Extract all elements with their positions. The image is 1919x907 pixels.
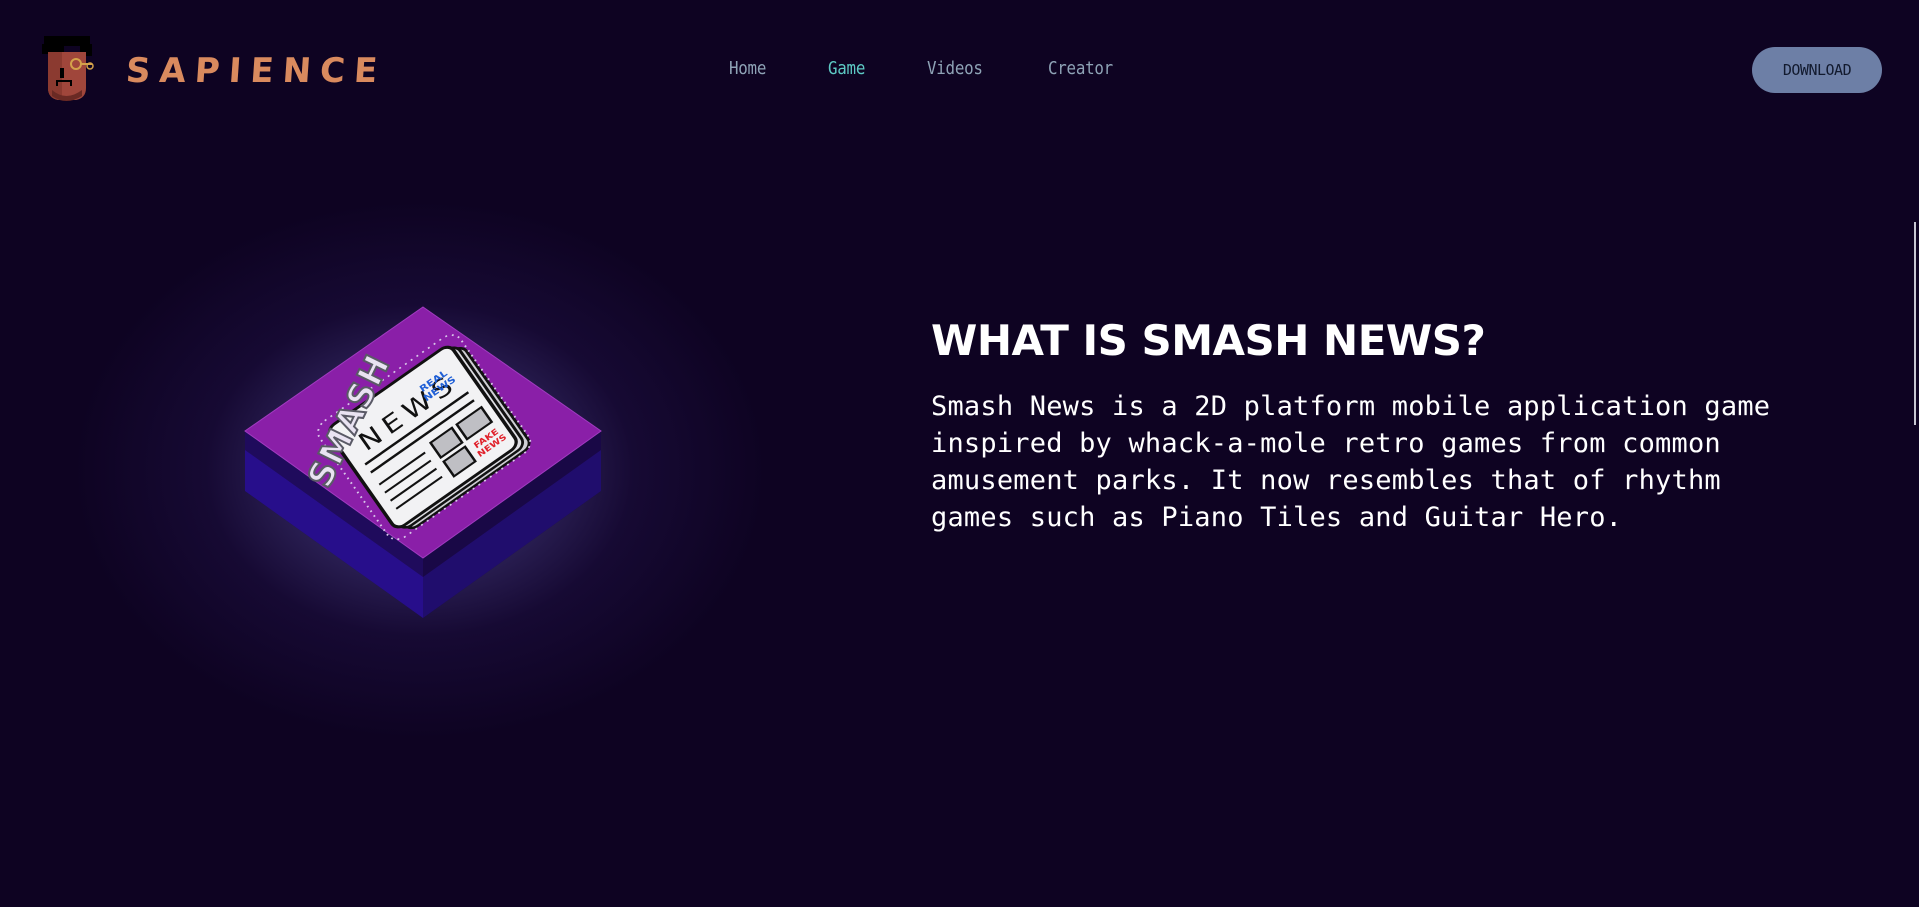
- page: SAPIENCE Home Game Videos Creator DOWNLO…: [0, 0, 1919, 907]
- site-header: SAPIENCE Home Game Videos Creator DOWNLO…: [0, 0, 1919, 145]
- section-description: Smash News is a 2D platform mobile appli…: [931, 391, 1771, 533]
- character-avatar-icon: [42, 36, 94, 101]
- nav-item-home[interactable]: Home: [729, 58, 766, 79]
- nav-item-creator[interactable]: Creator: [1048, 58, 1113, 79]
- scroll-indicator[interactable]: [1914, 222, 1916, 425]
- nav-item-game[interactable]: Game: [828, 58, 865, 79]
- section-heading: WHAT IS SMASH NEWS?: [931, 316, 1486, 365]
- main-nav: Home Game Videos Creator: [729, 58, 1178, 79]
- nav-item-videos[interactable]: Videos: [927, 58, 983, 79]
- smash-news-tile-illustration: NEWS REAL NEWS FAKE NEWS SMASH: [244, 306, 602, 618]
- brand-name: SAPIENCE: [124, 51, 388, 91]
- download-button[interactable]: DOWNLOAD: [1752, 47, 1882, 93]
- brand-logo-link[interactable]: SAPIENCE: [40, 36, 388, 106]
